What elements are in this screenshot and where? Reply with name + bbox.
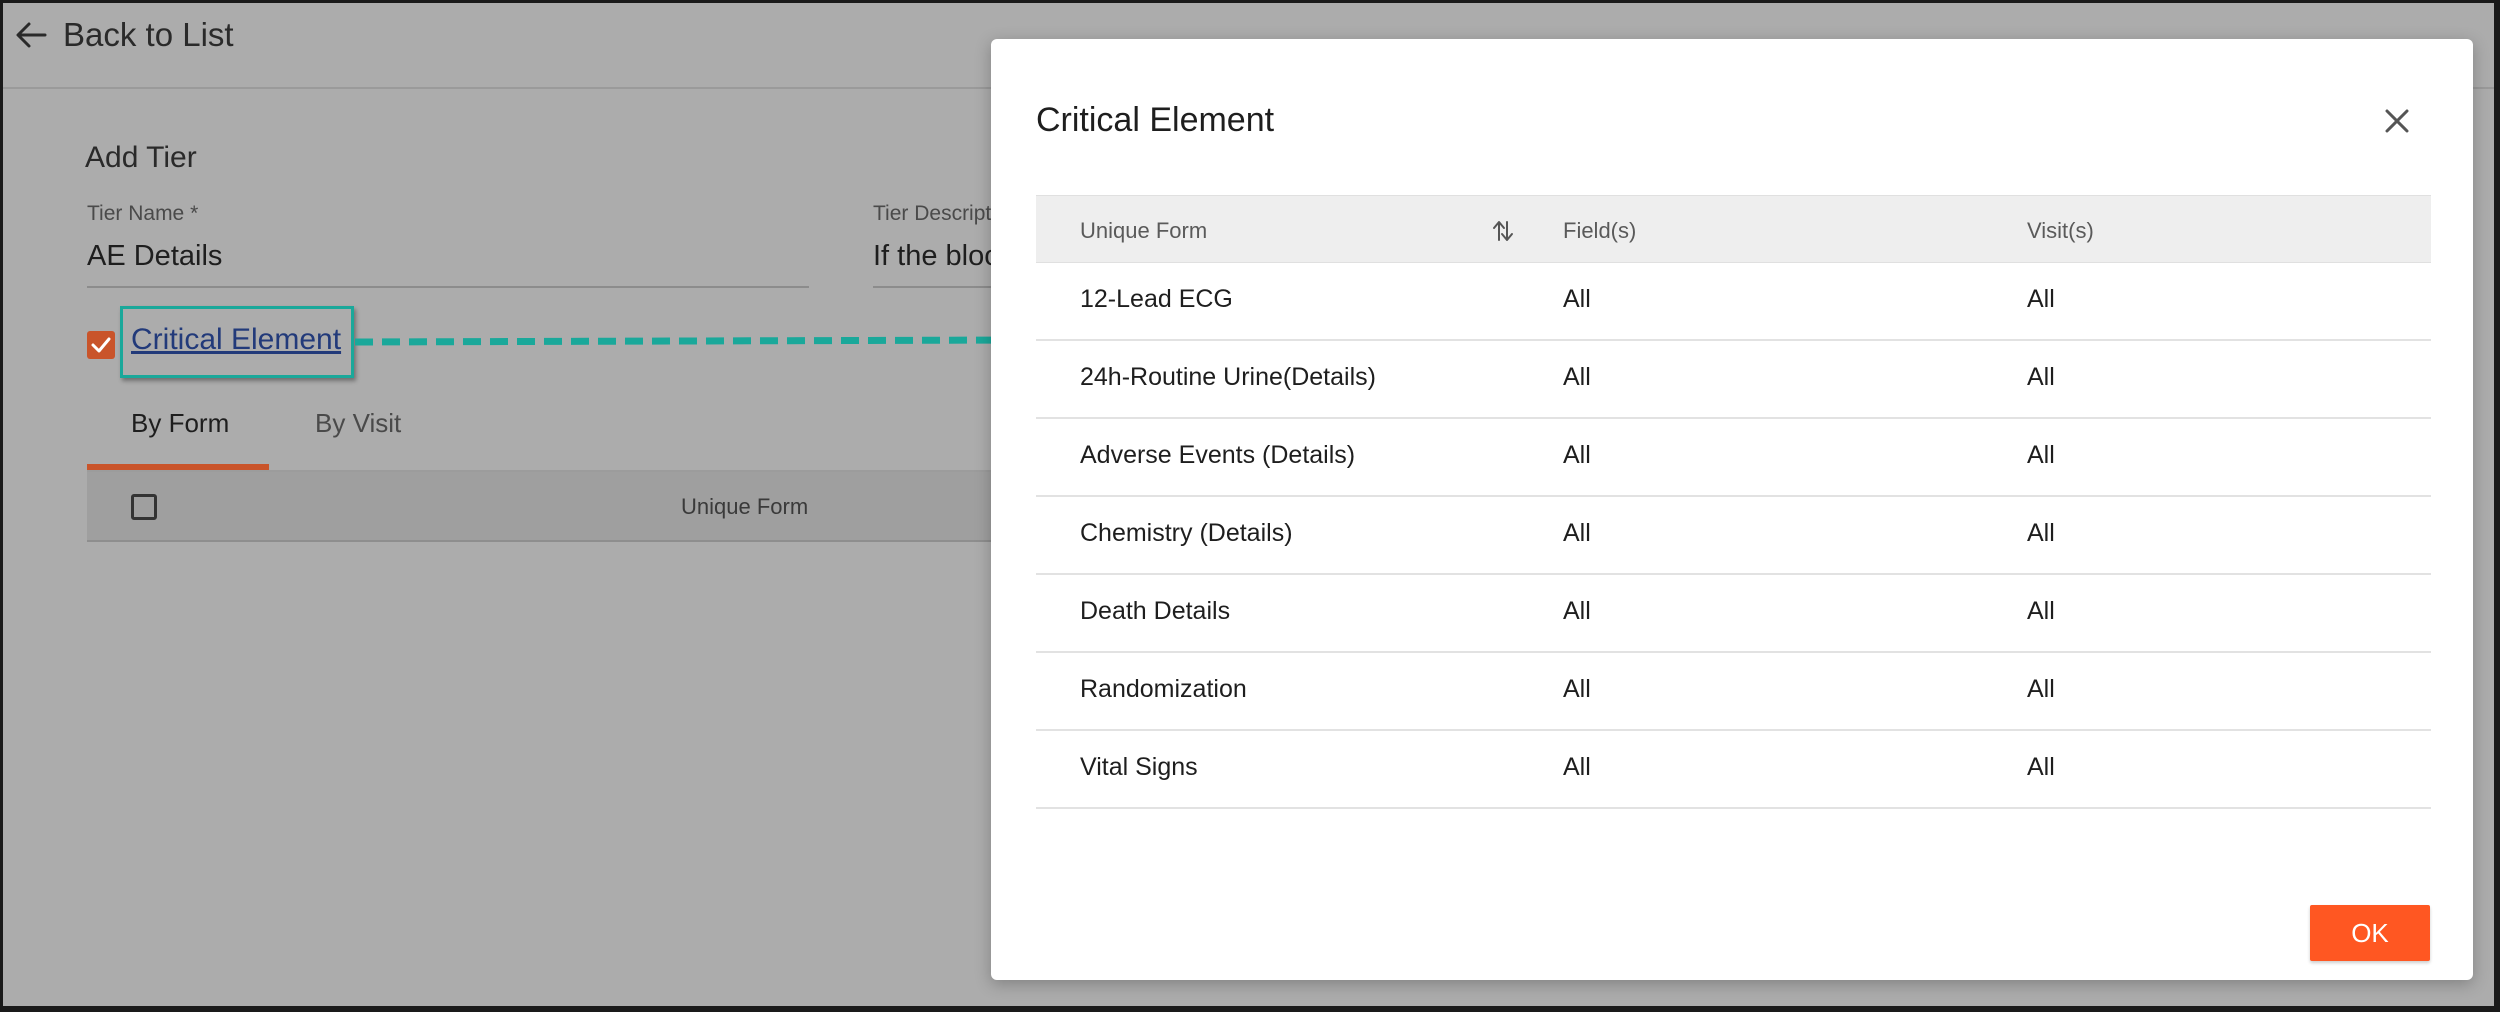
tier-name-input[interactable]: AE Details: [87, 240, 222, 273]
arrow-left-icon[interactable]: [11, 15, 51, 55]
tab-by-form[interactable]: By Form: [131, 408, 229, 439]
table-row[interactable]: Randomization All All: [1036, 653, 2431, 731]
tab-by-visit[interactable]: By Visit: [315, 408, 401, 439]
table-row[interactable]: Adverse Events (Details) All All: [1036, 419, 2431, 497]
column-fields: Field(s): [1563, 218, 1637, 243]
column-visits: Visit(s): [2027, 218, 2094, 243]
table-row[interactable]: Death Details All All: [1036, 575, 2431, 653]
column-unique-form[interactable]: Unique Form: [1080, 218, 1207, 244]
cell-visits: All: [2027, 519, 2055, 547]
tier-description-label: Tier Description: [873, 202, 1003, 225]
table-row[interactable]: Vital Signs All All: [1036, 731, 2431, 809]
cell-fields: All: [1563, 753, 1591, 781]
critical-element-table: Unique Form Field(s) Visit(s) 12-Lead EC…: [1036, 195, 2431, 809]
cell-unique-form: 24h-Routine Urine(Details): [1080, 363, 1376, 391]
cell-unique-form: 12-Lead ECG: [1080, 285, 1233, 313]
cell-visits: All: [2027, 363, 2055, 391]
check-icon: [91, 337, 111, 353]
critical-element-dialog: Critical Element Unique Form Field(s) Vi…: [991, 39, 2473, 980]
background-table-header: Unique Form: [87, 472, 1007, 542]
critical-element-link[interactable]: Critical Element: [131, 323, 341, 357]
screenshot-frame: Back to List Add Tier Tier Name * AE Det…: [0, 0, 2500, 1012]
cell-visits: All: [2027, 441, 2055, 469]
dialog-title: Critical Element: [1036, 101, 1275, 139]
cell-visits: All: [2027, 597, 2055, 625]
cell-unique-form: Adverse Events (Details): [1080, 441, 1356, 469]
cell-fields: All: [1563, 597, 1591, 625]
select-all-checkbox[interactable]: [131, 494, 157, 520]
tier-description-field[interactable]: Tier Description If the blood: [873, 198, 1003, 288]
annotation-arrow: [354, 327, 1051, 353]
table-row[interactable]: Chemistry (Details) All All: [1036, 497, 2431, 575]
cell-fields: All: [1563, 363, 1591, 391]
sort-icon[interactable]: [1491, 218, 1515, 244]
section-title: Add Tier: [85, 141, 197, 174]
cell-unique-form: Randomization: [1080, 675, 1247, 703]
cell-visits: All: [2027, 285, 2055, 313]
cell-fields: All: [1563, 285, 1591, 313]
cell-unique-form: Chemistry (Details): [1080, 519, 1293, 547]
cell-unique-form: Death Details: [1080, 597, 1231, 625]
critical-element-checkbox[interactable]: [87, 331, 115, 359]
close-icon[interactable]: [2377, 101, 2417, 141]
tier-description-input[interactable]: If the blood: [873, 240, 1003, 273]
cell-fields: All: [1563, 675, 1591, 703]
table-header: Unique Form Field(s) Visit(s): [1036, 195, 2431, 263]
ok-button[interactable]: OK: [2310, 905, 2430, 961]
cell-unique-form: Vital Signs: [1080, 753, 1198, 781]
cell-visits: All: [2027, 753, 2055, 781]
back-to-list-link[interactable]: Back to List: [63, 15, 234, 55]
cell-fields: All: [1563, 441, 1591, 469]
tier-description-underline: [873, 286, 1003, 288]
table-row[interactable]: 12-Lead ECG All All: [1036, 263, 2431, 341]
table-row[interactable]: 24h-Routine Urine(Details) All All: [1036, 341, 2431, 419]
tier-name-underline: [87, 286, 809, 288]
cell-fields: All: [1563, 519, 1591, 547]
tier-name-label: Tier Name *: [87, 202, 199, 225]
background-column-unique-form: Unique Form: [681, 494, 809, 519]
cell-visits: All: [2027, 675, 2055, 703]
